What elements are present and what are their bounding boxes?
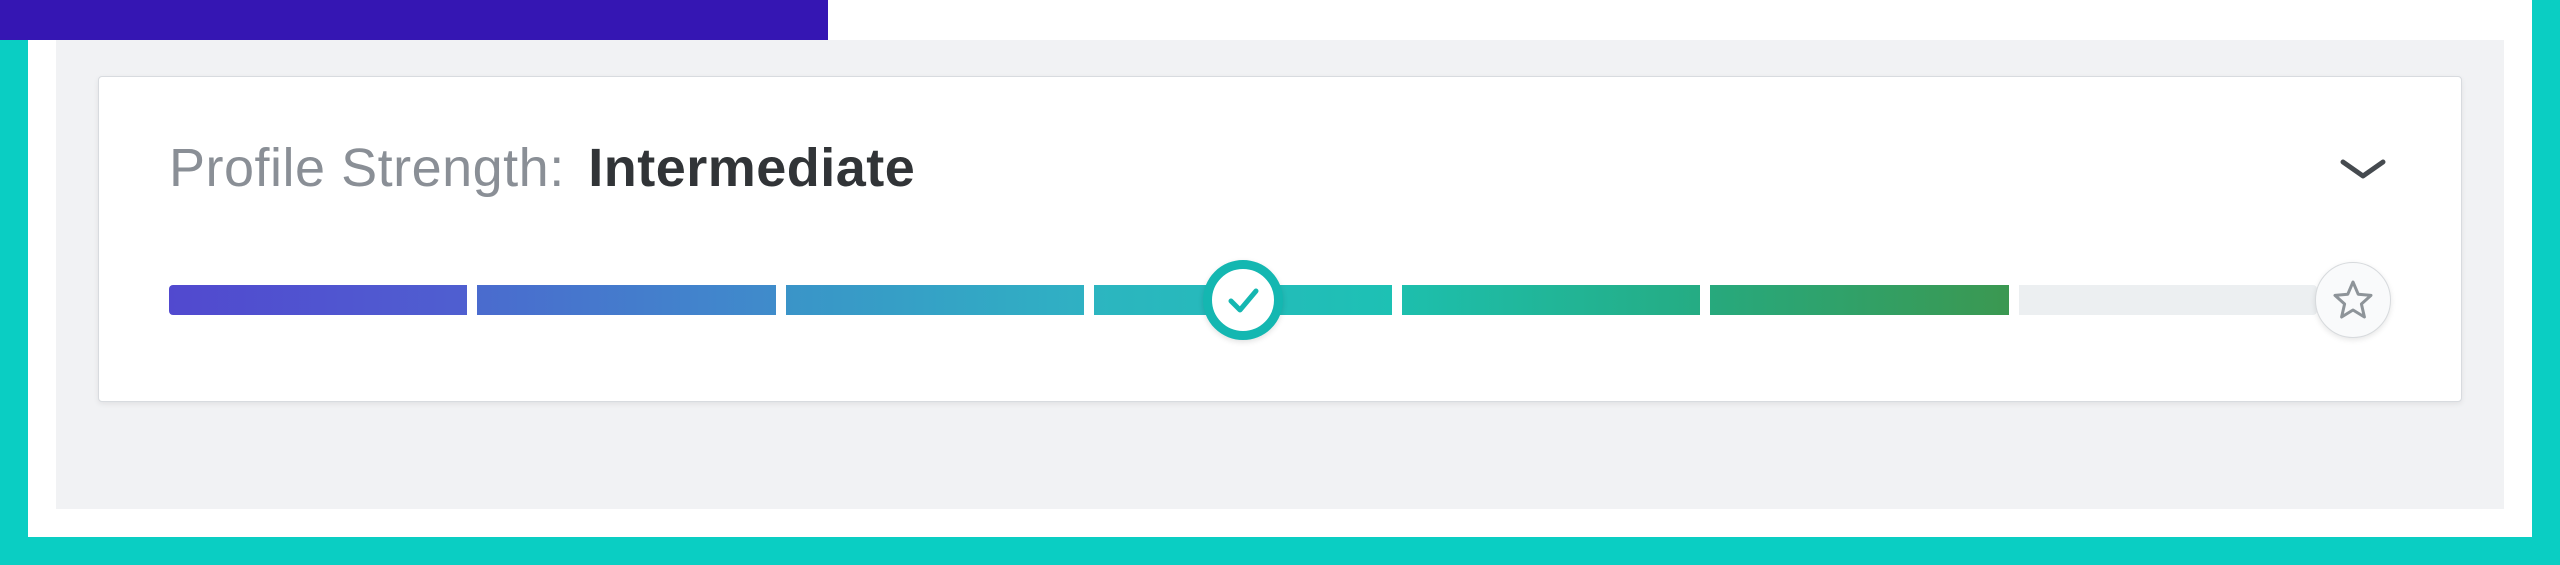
star-icon [2332,279,2374,321]
card-header: Profile Strength: Intermediate [169,137,2391,199]
progress-segment [1402,285,1700,315]
profile-strength-level: Intermediate [588,138,915,198]
chevron-down-icon [2339,156,2387,180]
profile-strength-card: Profile Strength: Intermediate [98,76,2462,402]
check-icon [1223,280,1263,320]
expand-toggle[interactable] [2335,148,2391,188]
profile-strength-title: Profile Strength: Intermediate [169,137,915,199]
current-level-marker [1203,260,1283,340]
outer-frame: Profile Strength: Intermediate [0,0,2560,565]
profile-strength-label: Profile Strength: [169,138,565,198]
progress-segment [477,285,775,315]
page-background: Profile Strength: Intermediate [56,40,2504,509]
progress-segment [169,285,467,315]
max-level-badge [2315,262,2391,338]
progress-segment [786,285,1084,315]
accent-top-bar [0,0,828,40]
progress-bar [169,277,2391,323]
progress-segment-empty [2019,285,2317,315]
progress-segment [1710,285,2008,315]
